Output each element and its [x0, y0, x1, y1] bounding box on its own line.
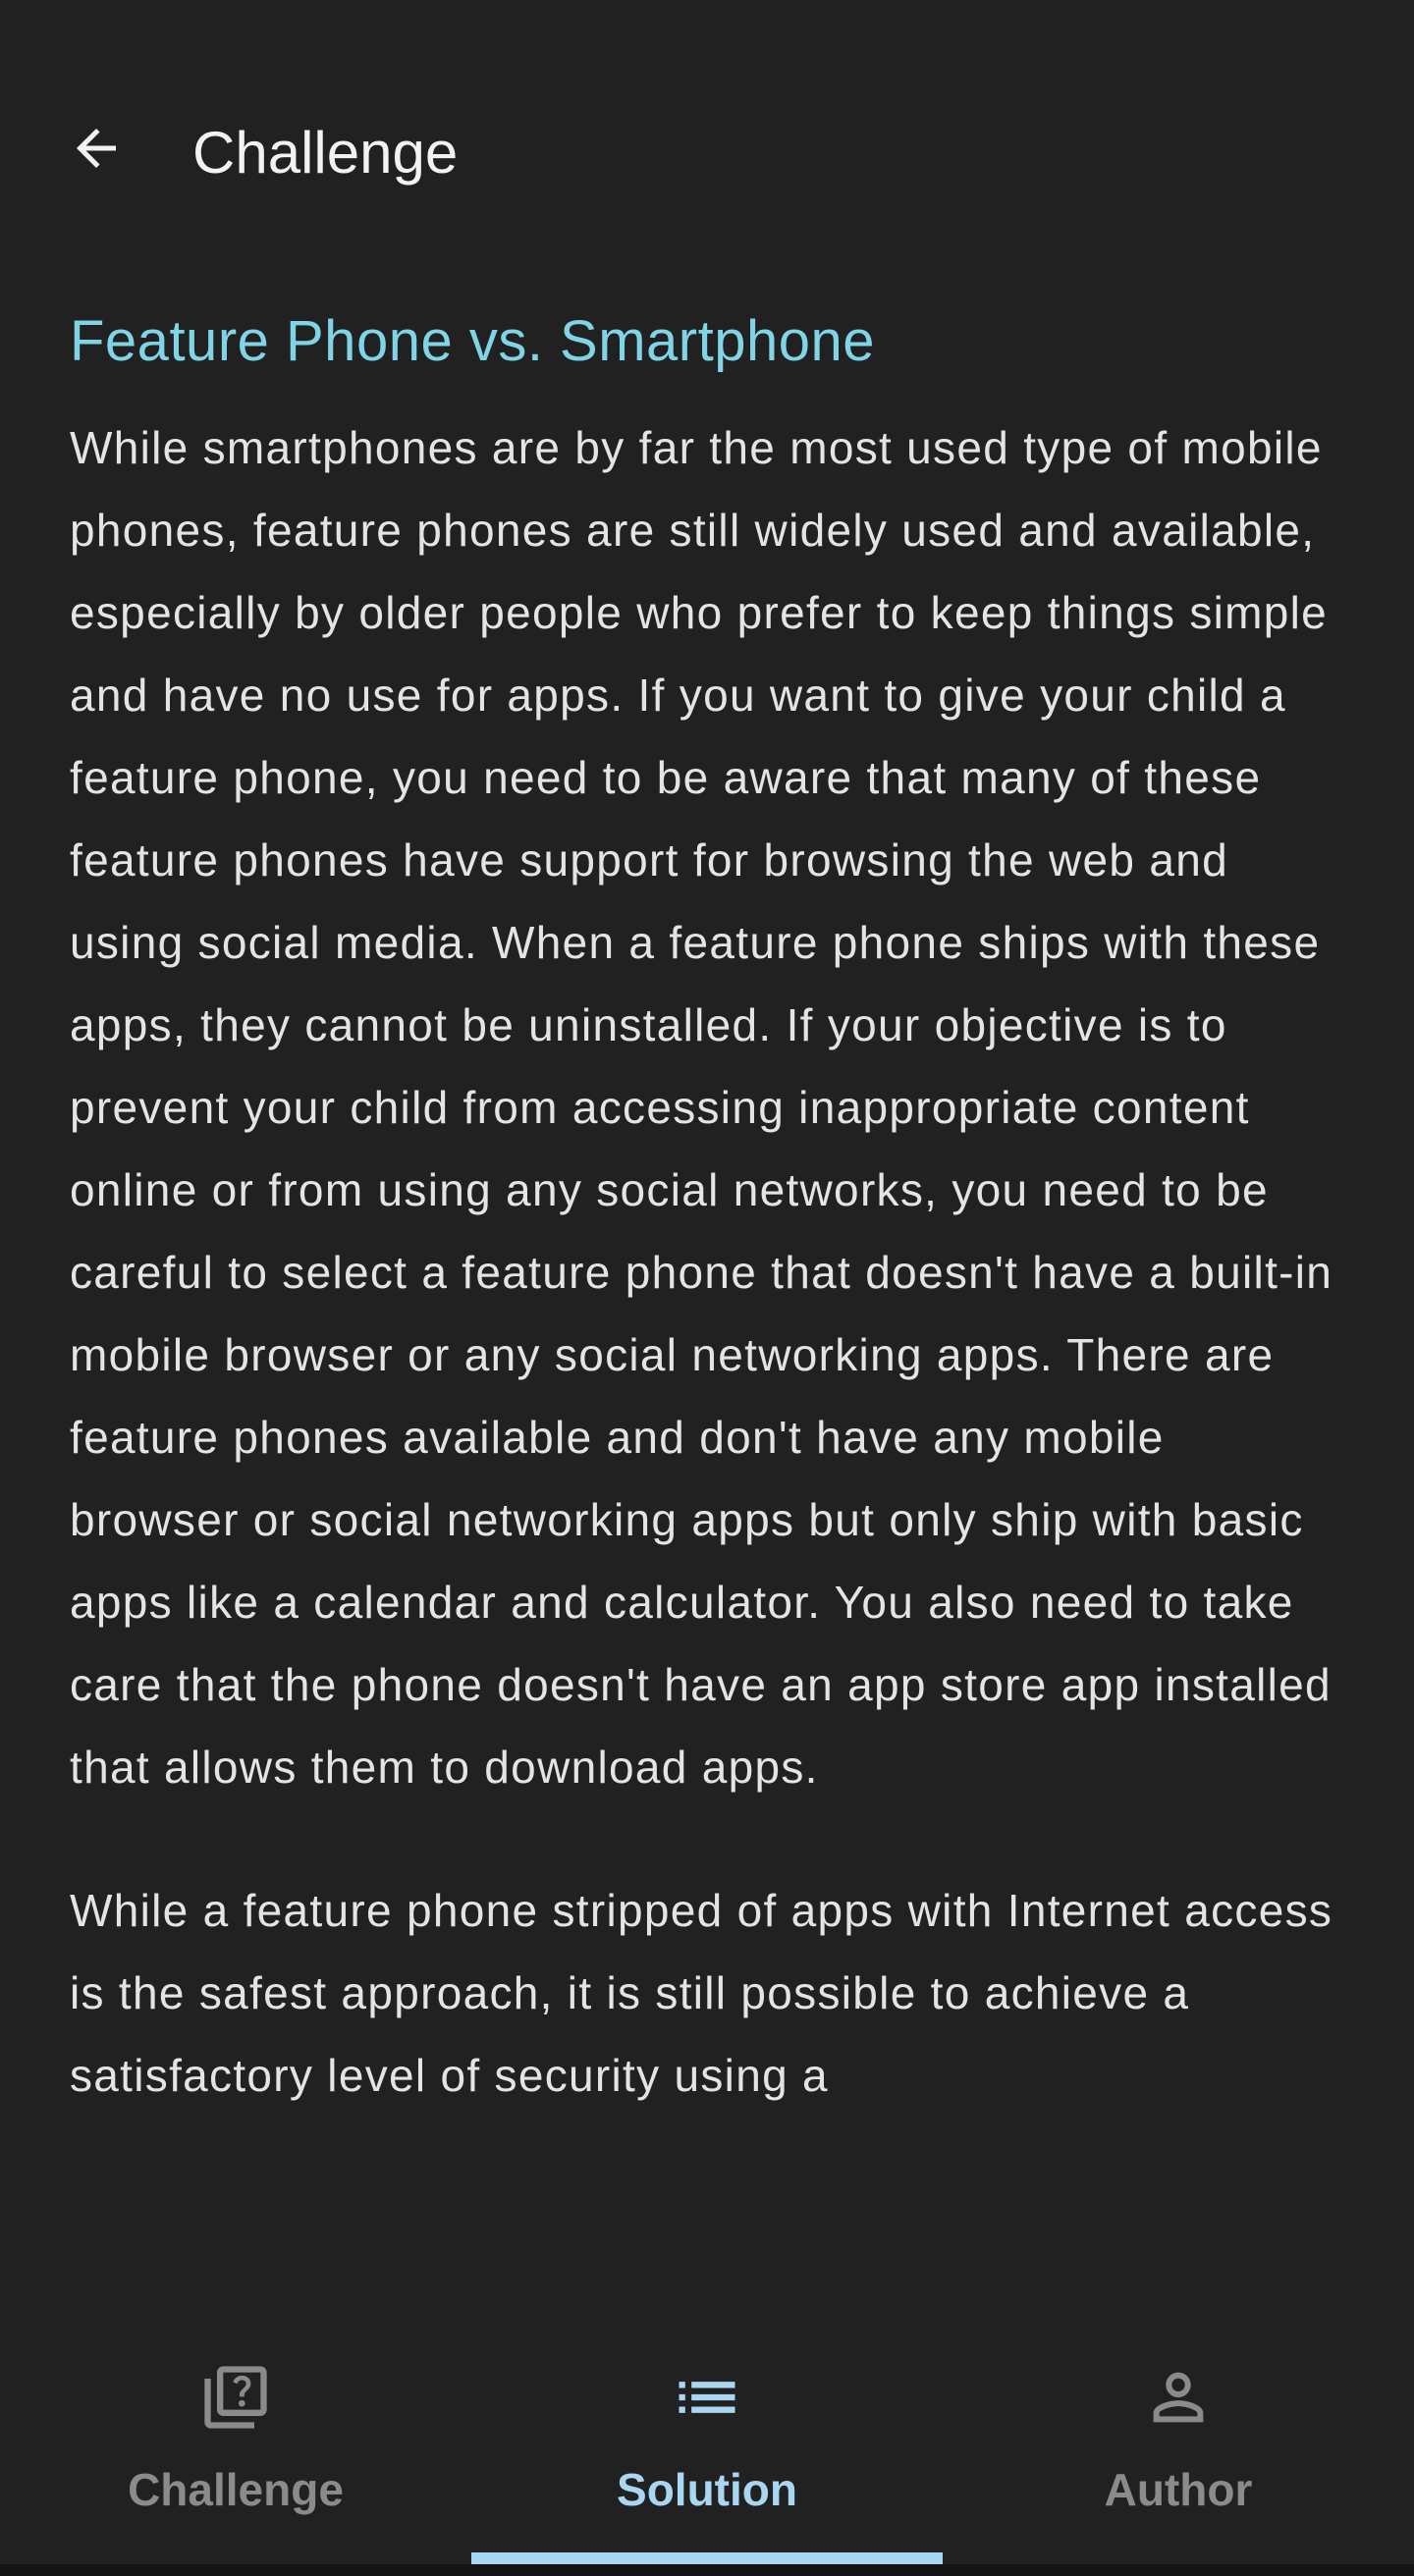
section-heading: Feature Phone vs. Smartphone — [70, 309, 876, 373]
bottom-navigation: Challenge Solution Author — [0, 2250, 1414, 2576]
body-paragraph-2: While a feature phone stripped of apps w… — [70, 1885, 1333, 2101]
library-question-icon — [196, 2358, 275, 2437]
nav-label-solution: Solution — [617, 2464, 797, 2515]
nav-item-author[interactable]: Author — [943, 2250, 1414, 2564]
nav-item-challenge[interactable]: Challenge — [0, 2250, 471, 2564]
nav-label-author: Author — [1104, 2464, 1253, 2515]
app-bar: Challenge — [0, 0, 1414, 245]
back-button[interactable] — [49, 103, 143, 197]
nav-label-challenge: Challenge — [128, 2464, 344, 2515]
nav-item-solution[interactable]: Solution — [471, 2250, 943, 2564]
arrow-back-icon — [67, 119, 126, 183]
active-tab-indicator — [471, 2552, 943, 2564]
body-paragraph-1: While smartphones are by far the most us… — [70, 422, 1333, 1793]
list-icon — [668, 2358, 746, 2437]
page-title: Challenge — [192, 120, 459, 186]
solution-content[interactable]: Feature Phone vs. Smartphone While smart… — [70, 304, 1346, 2248]
screen-bottom-edge — [0, 2564, 1414, 2576]
person-icon — [1139, 2358, 1218, 2437]
